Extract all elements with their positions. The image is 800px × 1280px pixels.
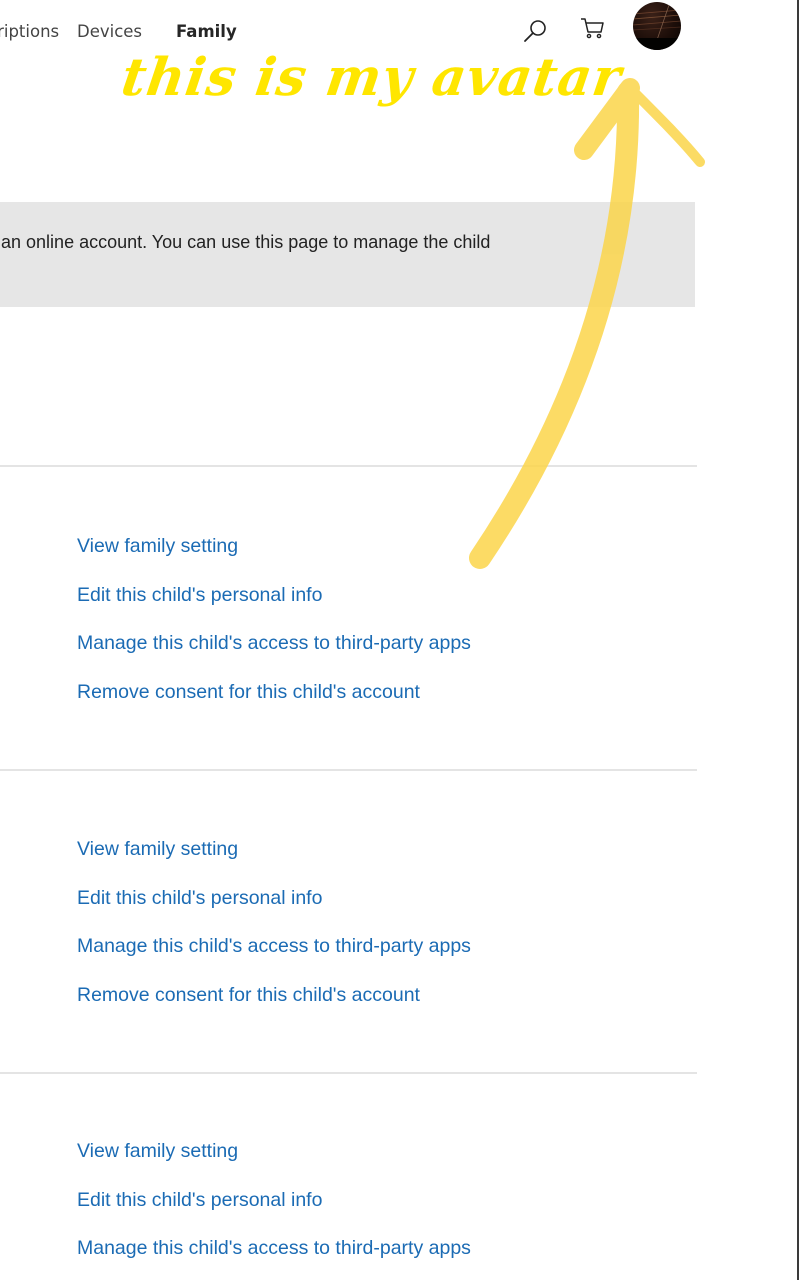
arrow-head-right — [627, 85, 705, 167]
search-icon — [524, 20, 546, 42]
page: Subscriptions Devices Family g an online… — [0, 0, 800, 1280]
info-banner: g an online account. You can use this pa… — [0, 202, 695, 307]
child-actions-1: View family setting Edit this child's pe… — [77, 533, 471, 727]
view-family-setting-link[interactable]: View family setting — [77, 1138, 471, 1187]
cart-icon — [581, 18, 604, 39]
nav-item-family[interactable]: Family — [176, 20, 237, 44]
nav-item-devices[interactable]: Devices — [77, 20, 142, 44]
annotation-text: this is my avatar — [117, 47, 626, 108]
remove-consent-link[interactable]: Remove consent for this child's account — [77, 679, 471, 728]
manage-third-party-apps-link[interactable]: Manage this child's access to third-part… — [77, 1235, 471, 1280]
view-family-setting-link[interactable]: View family setting — [77, 836, 471, 885]
manage-third-party-apps-link[interactable]: Manage this child's access to third-part… — [77, 933, 471, 982]
avatar-image — [633, 4, 681, 50]
view-family-setting-link[interactable]: View family setting — [77, 533, 471, 582]
arrow-shaft — [469, 81, 640, 569]
info-banner-text: g an online account. You can use this pa… — [0, 232, 491, 252]
section-divider — [0, 1072, 697, 1074]
edit-personal-info-link[interactable]: Edit this child's personal info — [77, 582, 471, 631]
window-edge — [797, 0, 799, 1280]
search-button[interactable] — [520, 16, 550, 46]
section-divider — [0, 769, 697, 771]
avatar[interactable] — [633, 2, 681, 50]
cart-button[interactable] — [578, 14, 608, 44]
edit-personal-info-link[interactable]: Edit this child's personal info — [77, 885, 471, 934]
child-actions-3: View family setting Edit this child's pe… — [77, 1138, 471, 1280]
child-actions-2: View family setting Edit this child's pe… — [77, 836, 471, 1030]
edit-personal-info-link[interactable]: Edit this child's personal info — [77, 1187, 471, 1236]
section-divider — [0, 465, 697, 467]
remove-consent-link[interactable]: Remove consent for this child's account — [77, 982, 471, 1031]
nav-item-subscriptions[interactable]: Subscriptions — [0, 20, 59, 44]
manage-third-party-apps-link[interactable]: Manage this child's access to third-part… — [77, 630, 471, 679]
